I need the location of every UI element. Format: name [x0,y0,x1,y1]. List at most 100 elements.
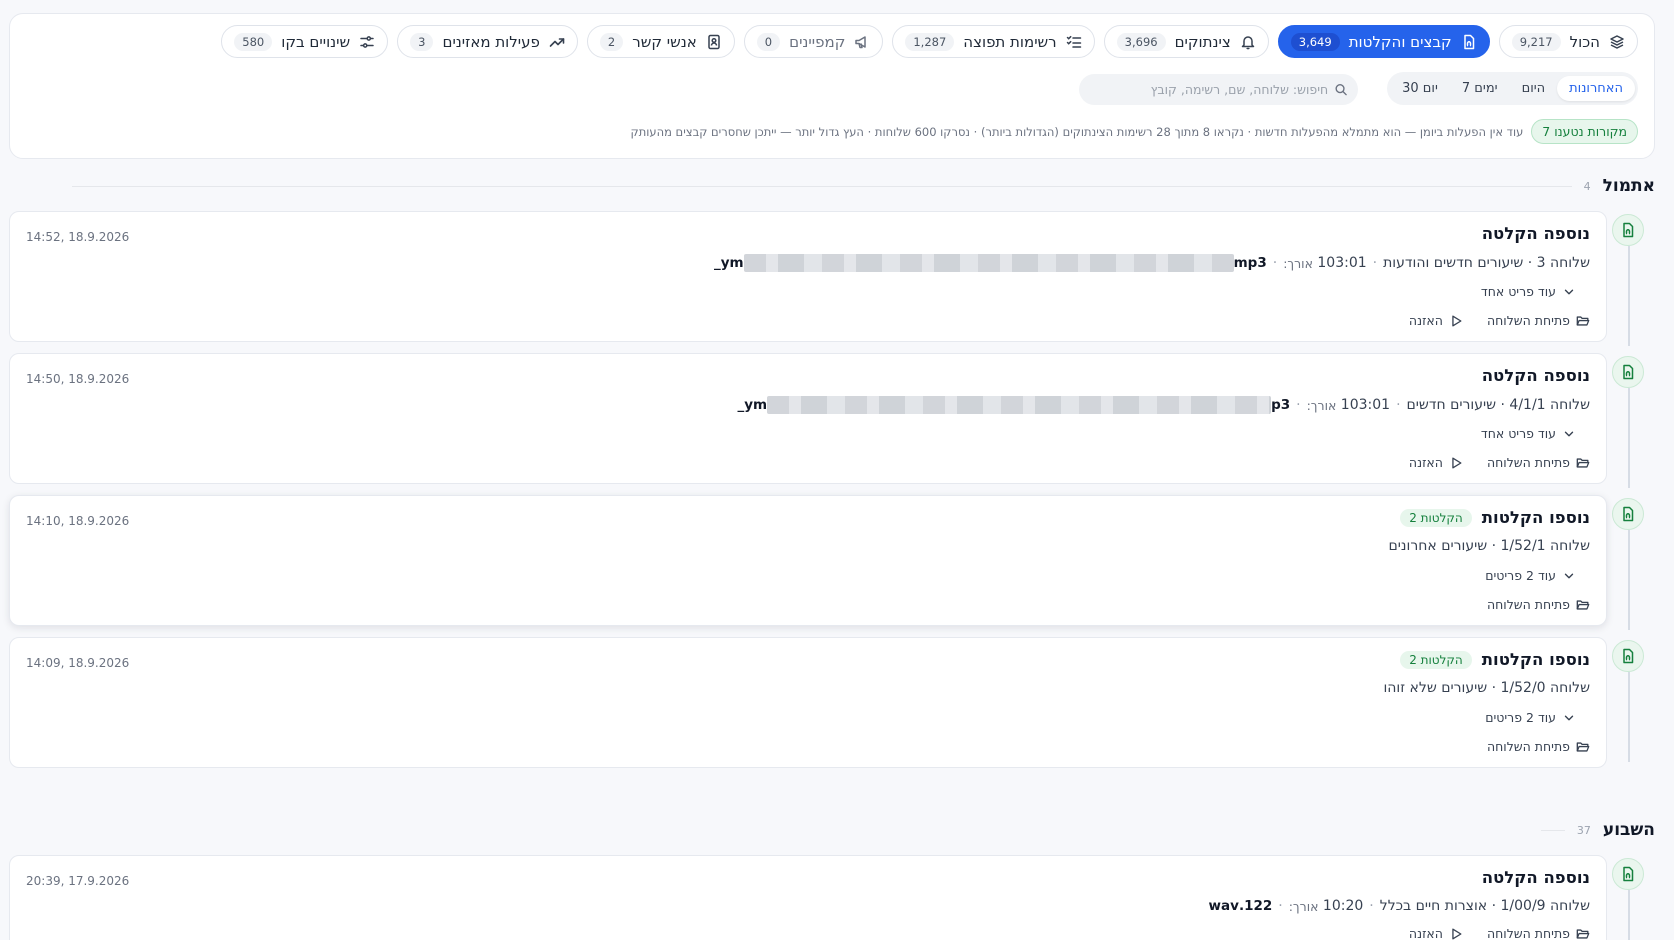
length-label: אורך: [1288,898,1319,914]
more-items-toggle[interactable]: עוד פריט אחד [1481,284,1576,299]
card-title: נוספה הקלטה [1482,224,1590,243]
activity-card: נוספה הקלטה 14:50, 18.9.2026 ym_ p3 · או… [9,353,1607,484]
tab-listener-activity[interactable]: פעילות מאזינים 3 [397,25,578,58]
tab-campaigns[interactable]: קמפיינים 0 [743,25,884,58]
play-icon [1452,928,1462,939]
more-items-label: עוד 2 פריטים [1485,710,1556,725]
timeline-rail [1628,530,1630,630]
more-items-toggle[interactable]: עוד פריט אחד [1481,426,1576,441]
activity-card: נוספו הקלטות 2 הקלטות 14:09, 18.9.2026 ש… [9,637,1607,768]
time-range-selector: האחרונות היום 7 ימים 30 יום [1387,72,1638,105]
file-audio-icon [1623,222,1634,238]
open-extension-button[interactable]: פתיחת השלוחה [1487,455,1590,470]
range-30-days[interactable]: 30 יום [1390,76,1450,101]
file-name-suffix: mp3 [1233,255,1267,271]
card-timestamp: 20:39, 17.9.2026 [26,874,130,888]
contact-book-icon [708,34,720,49]
tab-label: פעילות מאזינים [442,32,540,51]
listen-label: האזנה [1408,455,1443,470]
tab-label: קמפיינים [789,32,846,51]
section-title: השבוע [1602,820,1655,840]
search-input[interactable] [1089,82,1329,97]
section-title: אתמול [1602,176,1655,196]
card-path: שלוחה 1/00/9 · אוצרות חיים בכלל [1379,898,1590,914]
timeline-rail [1628,246,1630,346]
activity-card: נוספה הקלטה 20:39, 17.9.2026 122.wav · א… [9,855,1607,940]
file-audio-icon [1623,506,1634,522]
tab-count: 0 [756,32,781,51]
length-label: אורך: [1306,397,1337,413]
range-7-days[interactable]: 7 ימים [1450,76,1510,101]
tab-label: קבצים והקלטות [1348,32,1452,51]
more-items-toggle[interactable]: עוד 2 פריטים [1485,568,1576,583]
trending-up-icon [549,37,565,47]
file-audio-icon [1623,648,1634,664]
activity-card: נוספה הקלטה 14:52, 18.9.2026 ym_ mp3 · א… [9,211,1607,342]
tab-alerts[interactable]: צינתוקים 3,696 [1103,25,1269,58]
tab-count: 9,217 [1511,32,1561,51]
card-details: 122.wav · אורך: 10:20 · שלוחה 1/00/9 · א… [1208,898,1590,914]
sliders-icon [360,35,374,48]
tab-label: צינתוקים [1174,32,1231,51]
open-extension-label: פתיחת השלוחה [1486,597,1570,612]
folder-open-icon [1576,315,1590,326]
redacted-file-name [767,396,1272,414]
card-title: נוספה הקלטה [1482,366,1590,385]
card-actions: פתיחת השלוחה האזנה [1409,455,1590,470]
file-audio-icon [1623,364,1634,380]
listen-button[interactable]: האזנה [1409,313,1463,328]
range-latest[interactable]: האחרונות [1557,76,1635,101]
timeline-dot [1612,640,1644,672]
recordings-count-badge: 2 הקלטות [1400,650,1472,669]
tab-all[interactable]: הכול 9,217 [1498,25,1638,58]
tab-count: 3,696 [1116,32,1166,51]
category-tabs: הכול 9,217 קבצים והקלטות 3,649 צינתוקים … [221,25,1638,58]
tab-line-changes[interactable]: שינויים בקו 580 [221,25,389,58]
folder-open-icon [1576,741,1590,752]
card-title: נוספו הקלטות 2 הקלטות [1400,650,1590,669]
open-extension-label: פתיחת השלוחה [1486,455,1570,470]
tab-label: רשימות תפוצה [963,32,1057,51]
tab-contacts[interactable]: אנשי קשר 2 [586,25,735,58]
tab-mailing-lists[interactable]: רשימות תפוצה 1,287 [892,25,1095,58]
card-title: נוספו הקלטות 2 הקלטות [1400,508,1590,527]
tab-files-recordings[interactable]: קבצים והקלטות 3,649 [1277,25,1490,58]
open-extension-button[interactable]: פתיחת השלוחה [1487,313,1590,328]
more-items-toggle[interactable]: עוד 2 פריטים [1485,710,1576,725]
timeline-dot [1612,498,1644,530]
chevron-down-icon [1564,289,1574,294]
card-timestamp: 14:52, 18.9.2026 [26,230,130,244]
open-extension-label: פתיחת השלוחה [1486,926,1570,940]
open-extension-button[interactable]: פתיחת השלוחה [1487,739,1590,754]
search-box [1079,74,1358,105]
card-actions: פתיחת השלוחה האזנה [1409,926,1590,940]
card-actions: פתיחת השלוחה [1487,739,1590,754]
open-extension-button[interactable]: פתיחת השלוחה [1487,926,1590,940]
card-title: נוספה הקלטה [1482,868,1590,887]
listen-label: האזנה [1408,313,1443,328]
timeline-rail [1628,672,1630,762]
timeline-dot [1612,858,1644,890]
layers-icon [1610,34,1624,49]
card-path: שלוחה 1/52/0 · שיעורים שלא זוהו [1383,680,1590,696]
tab-label: אנשי קשר [632,32,697,51]
card-path: שלוחה 3 · שיעורים חדשים והודעות [1383,255,1590,271]
listen-button[interactable]: האזנה [1409,926,1463,940]
folder-open-icon [1576,928,1590,939]
listen-button[interactable]: האזנה [1409,455,1463,470]
card-actions: פתיחת השלוחה האזנה [1409,313,1590,328]
range-today[interactable]: היום [1510,76,1558,101]
open-extension-button[interactable]: פתיחת השלוחה [1487,597,1590,612]
length-value: 103:01 [1340,397,1391,413]
card-actions: פתיחת השלוחה [1487,597,1590,612]
folder-open-icon [1576,599,1590,610]
chevron-down-icon [1564,715,1574,720]
file-name-prefix: ym_ [737,397,768,413]
file-name: 122.wav [1208,898,1273,914]
timeline-dot [1612,356,1644,388]
card-timestamp: 14:50, 18.9.2026 [26,372,130,386]
tab-count: 3,649 [1290,32,1340,51]
card-details: שלוחה 1/52/1 · שיעורים אחרונים [1389,538,1591,554]
tab-label: שינויים בקו [281,32,351,51]
card-details: ym_ mp3 · אורך: 103:01 · שלוחה 3 · שיעור… [713,254,1590,272]
